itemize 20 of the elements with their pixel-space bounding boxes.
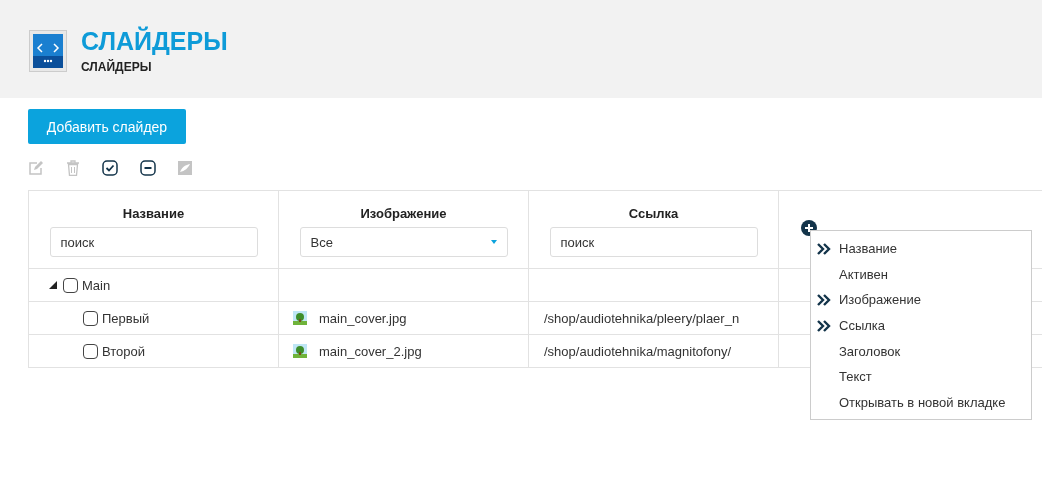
column-option[interactable]: Изображение xyxy=(811,287,1031,313)
image-filename: main_cover.jpg xyxy=(319,310,407,326)
column-option[interactable]: Текст xyxy=(811,363,1031,390)
slider-name: Первый xyxy=(102,310,150,326)
slider-name: Второй xyxy=(102,343,145,359)
search-field[interactable]: поиск xyxy=(49,227,258,257)
column-header[interactable]: Ссылка xyxy=(628,206,679,221)
column-header[interactable]: Название xyxy=(122,206,185,221)
link-path: /shop/audiotehnika/pleery/plaer_n xyxy=(543,310,741,326)
link-path: /shop/audiotehnika/magnitofony/ xyxy=(543,343,733,359)
image-filename: main_cover_2.jpg xyxy=(319,343,422,359)
column-option[interactable]: Открывать в новой вкладке xyxy=(811,389,1031,416)
slider-name: Main xyxy=(82,277,111,293)
search-field[interactable]: поиск xyxy=(549,227,758,257)
page-title: СЛАЙДЕРЫ xyxy=(81,27,228,55)
column-option[interactable]: Активен xyxy=(811,261,1031,288)
page-subtitle: СЛАЙДЕРЫ xyxy=(81,60,153,74)
column-option[interactable]: Ссылка xyxy=(811,312,1031,339)
filter-dropdown[interactable]: Все xyxy=(299,227,508,257)
column-header[interactable]: Изображение xyxy=(360,206,447,221)
